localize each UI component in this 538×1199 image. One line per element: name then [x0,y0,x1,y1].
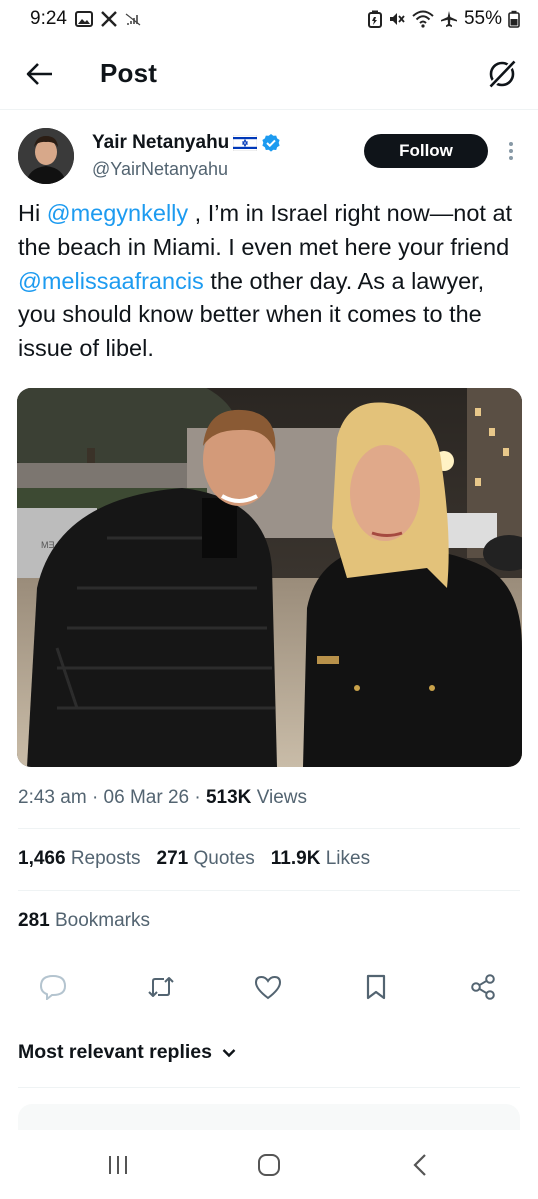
tweet-photo[interactable]: JERUSALEM [17,388,522,767]
bookmark-button[interactable] [359,970,393,1004]
reply-button[interactable] [36,970,70,1004]
share-button[interactable] [466,970,500,1004]
bookmark-icon [366,974,386,1000]
tweet-meta: 2:43 am · 06 Mar 26 · 513K Views [18,787,307,809]
israel-flag-icon [233,135,258,151]
like-button[interactable] [251,970,285,1004]
bookmarks-label: Bookmarks [54,910,151,931]
repost-icon [148,977,174,997]
avatar[interactable] [18,128,74,184]
replies-sort-dropdown[interactable]: Most relevant replies [18,1041,236,1064]
home-button[interactable] [249,1148,289,1182]
divider [18,828,520,829]
share-icon [471,974,495,1000]
battery-percent: 55% [463,8,502,29]
tweet-date: 06 Mar 26 [103,787,190,808]
follow-button[interactable]: Follow [364,134,488,168]
likes-stat[interactable]: 11.9K Likes [271,848,370,870]
author-name: Yair Netanyahu [92,132,230,153]
arrow-left-icon [26,63,52,85]
chevron-down-icon [222,1048,236,1057]
chevron-left-icon [413,1154,426,1176]
divider [18,1087,520,1088]
gallery-icon [74,11,93,27]
recent-apps-icon [109,1156,127,1174]
airplane-icon [440,10,458,28]
more-options-button[interactable] [502,136,520,166]
likes-label: Likes [325,848,371,869]
bookmarks-count: 281 [18,910,50,931]
home-icon [258,1154,280,1176]
wifi-icon [412,10,434,28]
reply-icon [39,974,67,1000]
quotes-count: 271 [156,848,189,869]
quotes-label: Quotes [193,848,255,869]
author-row: Yair Netanyahu @YairNetanyahu Follow [18,126,520,188]
meta-separator: · [91,787,104,808]
system-nav-bar [0,1130,538,1199]
views-count[interactable]: 513K [206,787,251,808]
verified-badge-icon [261,133,281,153]
repost-button[interactable] [144,970,178,1004]
back-nav-button[interactable] [400,1148,440,1182]
mention-megynkelly[interactable]: @megynkelly [47,200,188,226]
views-label: Views [256,787,308,808]
reposts-count: 1,466 [18,848,66,869]
author-name-row[interactable]: Yair Netanyahu [92,132,281,154]
battery-icon [508,10,520,28]
heart-icon [254,975,282,1000]
reposts-stat[interactable]: 1,466 Reposts [18,848,141,870]
meta-separator: · [194,787,206,808]
quotes-stat[interactable]: 271 Quotes [157,848,255,870]
grok-icon [488,59,517,89]
divider [18,890,520,891]
stats-row: 1,466 Reposts 271 Quotes 11.9K Likes [18,848,370,870]
tweet-text: Hi @megynkelly , I’m in Israel right now… [18,197,522,366]
more-vertical-icon [509,142,513,160]
tweet-time: 2:43 am [18,787,87,808]
replies-sort-label: Most relevant replies [18,1041,212,1063]
grok-button[interactable] [482,54,522,94]
mention-melissaafrancis[interactable]: @melissaafrancis [18,268,204,294]
action-bar [0,970,538,1004]
x-app-icon [101,11,117,27]
back-button[interactable] [22,56,58,92]
reposts-label: Reposts [70,848,141,869]
likes-count: 11.9K [270,848,321,869]
status-time: 9:24 [30,8,67,29]
status-bar: 9:24 55% [0,0,538,38]
battery-saver-icon [367,10,382,28]
signal-off-icon [125,12,141,26]
mute-icon [388,10,406,28]
author-handle[interactable]: @YairNetanyahu [92,159,228,180]
bookmarks-stat[interactable]: 281 Bookmarks [18,910,150,932]
page-title: Post [100,58,158,88]
top-bar: Post [0,38,538,110]
tweet-text-part: Hi [18,200,47,226]
recent-apps-button[interactable] [98,1148,138,1182]
